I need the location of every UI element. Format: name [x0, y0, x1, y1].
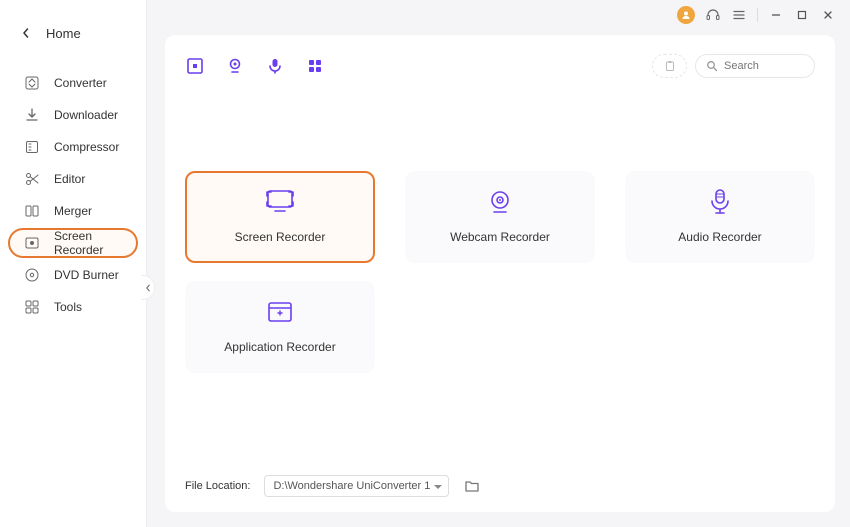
sidebar-item-label: Screen Recorder	[54, 229, 122, 257]
scissors-icon	[24, 171, 40, 187]
back-button[interactable]	[20, 27, 32, 39]
maximize-button[interactable]	[794, 7, 810, 23]
maximize-icon	[796, 9, 808, 21]
sidebar-item-downloader[interactable]: Downloader	[8, 100, 138, 130]
card-label: Screen Recorder	[235, 230, 326, 244]
download-icon	[24, 107, 40, 123]
search-input[interactable]	[724, 60, 804, 72]
folder-icon	[464, 479, 480, 493]
person-icon	[681, 10, 691, 20]
mic-mode-icon	[266, 57, 284, 75]
search-box[interactable]	[695, 54, 815, 78]
sidebar-item-label: Compressor	[54, 140, 119, 154]
card-audio-recorder[interactable]: Audio Recorder	[625, 171, 815, 263]
screen-mode-icon	[186, 57, 204, 75]
card-label: Webcam Recorder	[450, 230, 550, 244]
sidebar-item-merger[interactable]: Merger	[8, 196, 138, 226]
mode-apps-button[interactable]	[305, 56, 325, 76]
sidebar-item-screen-recorder[interactable]: Screen Recorder	[8, 228, 138, 258]
application-recorder-icon	[264, 300, 296, 324]
screen-recorder-icon	[264, 190, 296, 214]
minimize-icon	[770, 9, 782, 21]
divider	[757, 8, 758, 22]
sidebar-header: Home	[0, 8, 146, 58]
paste-button[interactable]	[652, 54, 687, 78]
card-grid: Screen Recorder Webcam Recorder Audio Re…	[185, 171, 815, 373]
merge-icon	[24, 203, 40, 219]
chevron-left-icon	[144, 283, 152, 293]
disc-icon	[24, 267, 40, 283]
search-icon	[706, 60, 718, 72]
compress-icon	[24, 139, 40, 155]
sidebar: Home Converter Downloader Compressor Edi…	[0, 0, 147, 527]
audio-recorder-icon	[704, 190, 736, 214]
sidebar-item-tools[interactable]: Tools	[8, 292, 138, 322]
mode-icons	[185, 56, 325, 76]
sidebar-item-label: DVD Burner	[54, 268, 119, 282]
sidebar-item-dvd-burner[interactable]: DVD Burner	[8, 260, 138, 290]
sidebar-item-label: Tools	[54, 300, 82, 314]
sidebar-item-label: Merger	[54, 204, 92, 218]
card-screen-recorder[interactable]: Screen Recorder	[185, 171, 375, 263]
webcam-mode-icon	[226, 57, 244, 75]
file-location-select[interactable]: D:\Wondershare UniConverter 1	[264, 475, 449, 497]
user-avatar[interactable]	[677, 6, 695, 24]
webcam-recorder-icon	[484, 190, 516, 214]
mode-screen-button[interactable]	[185, 56, 205, 76]
chevron-left-icon	[21, 28, 31, 38]
titlebar	[147, 0, 850, 30]
mode-webcam-button[interactable]	[225, 56, 245, 76]
toolbar	[185, 51, 815, 81]
clipboard-icon	[664, 60, 676, 72]
sidebar-item-label: Downloader	[54, 108, 118, 122]
close-icon	[822, 9, 834, 21]
hamburger-icon	[732, 8, 746, 22]
main: Screen Recorder Webcam Recorder Audio Re…	[147, 0, 850, 527]
card-application-recorder[interactable]: Application Recorder	[185, 281, 375, 373]
card-label: Application Recorder	[224, 340, 335, 354]
menu-button[interactable]	[731, 7, 747, 23]
record-icon	[24, 235, 40, 251]
sidebar-item-label: Editor	[54, 172, 85, 186]
sidebar-item-converter[interactable]: Converter	[8, 68, 138, 98]
mode-audio-button[interactable]	[265, 56, 285, 76]
bottom-row: File Location: D:\Wondershare UniConvert…	[185, 472, 815, 500]
open-folder-button[interactable]	[463, 478, 481, 494]
sidebar-item-label: Converter	[54, 76, 107, 90]
headset-icon	[705, 7, 721, 23]
sidebar-item-compressor[interactable]: Compressor	[8, 132, 138, 162]
apps-mode-icon	[306, 57, 324, 75]
minimize-button[interactable]	[768, 7, 784, 23]
file-location-value: D:\Wondershare UniConverter 1	[273, 480, 430, 492]
grid-icon	[24, 299, 40, 315]
close-button[interactable]	[820, 7, 836, 23]
panel: Screen Recorder Webcam Recorder Audio Re…	[165, 35, 835, 512]
support-button[interactable]	[705, 7, 721, 23]
card-label: Audio Recorder	[678, 230, 761, 244]
card-webcam-recorder[interactable]: Webcam Recorder	[405, 171, 595, 263]
sidebar-items: Converter Downloader Compressor Editor M…	[0, 58, 146, 332]
file-location-label: File Location:	[185, 480, 250, 492]
home-label: Home	[46, 26, 81, 41]
sidebar-item-editor[interactable]: Editor	[8, 164, 138, 194]
converter-icon	[24, 75, 40, 91]
